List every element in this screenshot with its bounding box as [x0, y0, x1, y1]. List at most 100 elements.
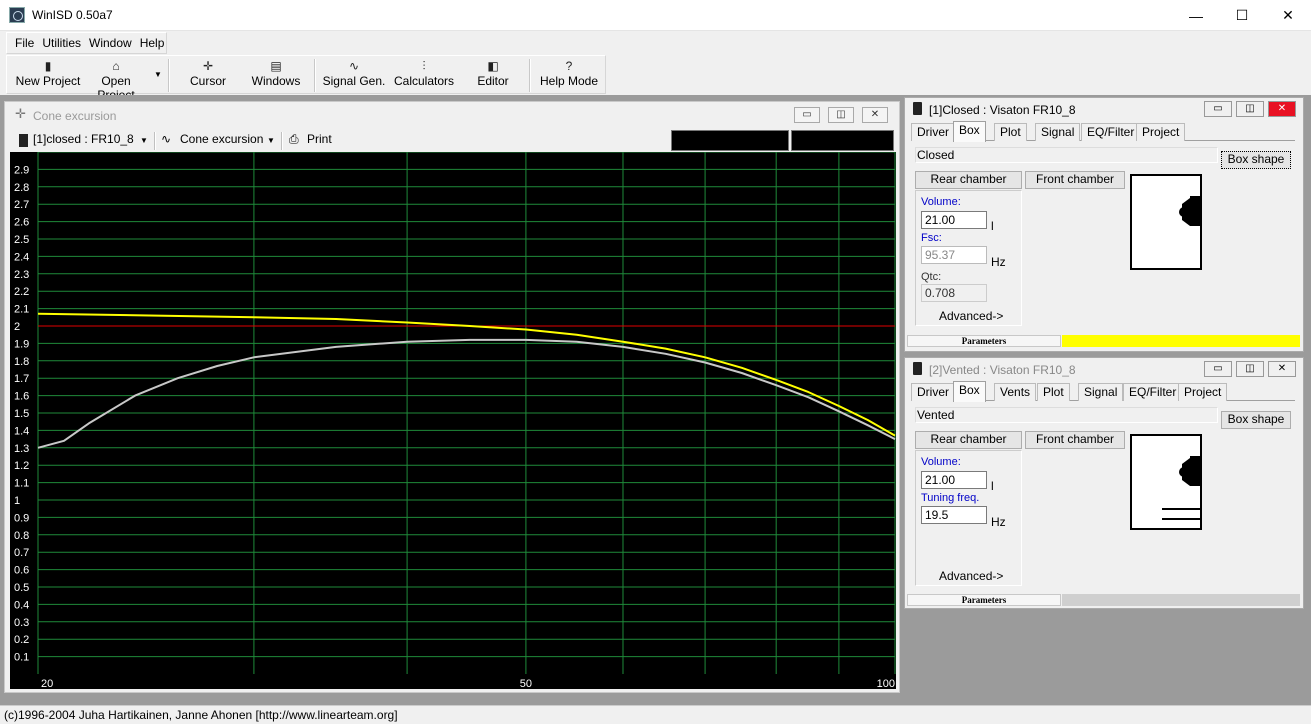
box-shape-button[interactable]: Box shape	[1221, 151, 1291, 169]
tab-eq-filter[interactable]: EQ/Filter	[1123, 383, 1183, 401]
minimize-button[interactable]: —	[1173, 0, 1219, 31]
advanced-button[interactable]: Advanced->	[939, 569, 1003, 583]
tab-signal[interactable]: Signal	[1035, 123, 1081, 141]
project-select-dropdown-icon[interactable]: ▼	[140, 136, 148, 145]
signal-gen-button[interactable]: ∿ Signal Gen.	[321, 58, 387, 92]
calculator-icon: ⫶	[422, 59, 426, 73]
rear-chamber-button[interactable]: Rear chamber	[915, 171, 1022, 189]
y-tick-label: 0.2	[14, 634, 29, 646]
calculators-button[interactable]: ⫶ Calculators	[391, 58, 457, 92]
front-chamber-button[interactable]: Front chamber	[1025, 171, 1125, 189]
title-bar: WinISD 0.50a7 — ☐ ✕	[0, 0, 1311, 31]
new-project-icon: ▮	[44, 59, 52, 73]
tab-project[interactable]: Project	[1136, 123, 1186, 141]
closed-box-drawing	[1130, 174, 1202, 270]
y-tick-label: 0.6	[14, 565, 29, 577]
qtc-value: 0.708	[921, 284, 987, 302]
close-button[interactable]: ✕	[1265, 0, 1311, 31]
speaker-icon	[913, 362, 922, 375]
rear-chamber-button[interactable]: Rear chamber	[915, 431, 1022, 449]
tab-vents[interactable]: Vents	[994, 383, 1037, 401]
graph-wave-icon: ∿	[161, 132, 172, 146]
volume-input[interactable]: 21.00	[921, 211, 987, 229]
panel1-minimize-button[interactable]: ▭	[1204, 101, 1232, 117]
panel2-tabs: Driver Box Vents Plot Signal EQ/Filter P…	[911, 381, 1295, 402]
tab-driver[interactable]: Driver	[911, 123, 955, 141]
tab-project[interactable]: Project	[1178, 383, 1228, 401]
panel2-status-label: Parameters	[907, 594, 1061, 606]
tuning-freq-label: Tuning freq.	[921, 492, 980, 504]
chart-close-button[interactable]: ✕	[862, 107, 888, 123]
front-chamber-button[interactable]: Front chamber	[1025, 431, 1125, 449]
tuning-freq-input[interactable]: 19.5	[921, 506, 987, 524]
toolbar: ▮ New Project ⌂ Open Project ▼ ✛ Cursor …	[6, 55, 606, 102]
panel1-tabs: Driver Box Plot Signal EQ/Filter Project	[911, 121, 1295, 142]
panel2-close-button[interactable]: ✕	[1268, 361, 1296, 377]
panel2-minimize-button[interactable]: ▭	[1204, 361, 1232, 377]
tab-box[interactable]: Box	[953, 121, 986, 142]
volume-label: Volume:	[921, 456, 961, 468]
panel1-title: [1]Closed : Visaton FR10_8	[929, 103, 1076, 117]
new-project-button[interactable]: ▮ New Project	[11, 58, 85, 92]
tab-plot[interactable]: Plot	[994, 123, 1027, 141]
open-folder-icon: ⌂	[112, 59, 120, 73]
chart-minimize-button[interactable]: ▭	[794, 107, 820, 123]
tab-plot[interactable]: Plot	[1037, 383, 1070, 401]
menu-help[interactable]: Help	[136, 36, 169, 50]
tab-driver[interactable]: Driver	[911, 383, 955, 401]
y-tick-label: 0.1	[14, 652, 29, 664]
project-select[interactable]: [1]closed : FR10_8	[33, 132, 134, 146]
panel1-titlebar[interactable]: [1]Closed : Visaton FR10_8 ▭ ◫ ✕	[905, 98, 1303, 120]
fsc-label: Fsc:	[921, 232, 942, 244]
help-mode-button[interactable]: ? Help Mode	[537, 58, 601, 92]
y-tick-label: 0.9	[14, 512, 29, 524]
y-tick-label: 1.8	[14, 356, 29, 368]
tab-eq-filter[interactable]: EQ/Filter	[1081, 123, 1141, 141]
box-shape-button[interactable]: Box shape	[1221, 411, 1291, 429]
tab-signal[interactable]: Signal	[1078, 383, 1124, 401]
cone-excursion-window: ✛ Cone excursion ▭ ◫ ✕ [1]closed : FR10_…	[4, 101, 900, 693]
panel2-restore-button[interactable]: ◫	[1236, 361, 1264, 377]
y-tick-label: 2.2	[14, 286, 29, 298]
chart-restore-button[interactable]: ◫	[828, 107, 854, 123]
x-tick-label: 50	[520, 678, 532, 689]
y-tick-label: 0.5	[14, 582, 29, 594]
open-project-dropdown-icon[interactable]: ▼	[154, 70, 162, 79]
volume-input[interactable]: 21.00	[921, 471, 987, 489]
y-tick-label: 2.9	[14, 164, 29, 176]
volume-label: Volume:	[921, 196, 961, 208]
chart-window-titlebar[interactable]: ✛ Cone excursion ▭ ◫ ✕	[5, 102, 899, 128]
y-tick-label: 2.8	[14, 182, 29, 194]
panel1-status: Parameters	[905, 335, 1303, 348]
panel1-restore-button[interactable]: ◫	[1236, 101, 1264, 117]
y-tick-label: 0.7	[14, 547, 29, 559]
chart-toolbar-separator	[154, 132, 156, 150]
menu-file[interactable]: File	[11, 36, 38, 50]
graph-type-dropdown-icon[interactable]: ▼	[267, 136, 275, 145]
editor-button[interactable]: ◧ Editor	[462, 58, 524, 92]
menu-utilities[interactable]: Utilities	[38, 36, 85, 50]
y-tick-label: 0.4	[14, 599, 29, 611]
advanced-button[interactable]: Advanced->	[939, 309, 1003, 323]
toolbar-separator	[168, 59, 170, 92]
x-tick-label: 100	[877, 678, 895, 689]
help-icon: ?	[565, 59, 573, 73]
y-tick-label: 2.6	[14, 217, 29, 229]
maximize-button[interactable]: ☐	[1219, 0, 1265, 31]
panel2-titlebar[interactable]: [2]Vented : Visaton FR10_8 ▭ ◫ ✕	[905, 358, 1303, 380]
y-tick-label: 1.5	[14, 408, 29, 420]
cone-excursion-plot[interactable]: 0.1 0.2 0.3 0.4 0.5 0.6 0.7 0.8 0.9 1 1.1 1.2 1.3 1.4…	[10, 151, 896, 690]
tab-box[interactable]: Box	[953, 381, 986, 402]
print-button[interactable]: Print	[307, 132, 332, 146]
panel1-close-button[interactable]: ✕	[1268, 101, 1296, 117]
windows-button[interactable]: ▤ Windows	[245, 58, 307, 92]
open-project-button[interactable]: ⌂ Open Project	[83, 58, 149, 102]
driver-icon	[1162, 456, 1200, 520]
panel2-title: [2]Vented : Visaton FR10_8	[929, 363, 1076, 377]
panel1-status-indicator	[1062, 335, 1300, 347]
graph-type-select[interactable]: Cone excursion	[180, 132, 263, 146]
fsc-input: 95.37	[921, 246, 987, 264]
menu-window[interactable]: Window	[85, 36, 136, 50]
cursor-button[interactable]: ✛ Cursor	[177, 58, 239, 92]
vented-box-drawing	[1130, 434, 1202, 530]
